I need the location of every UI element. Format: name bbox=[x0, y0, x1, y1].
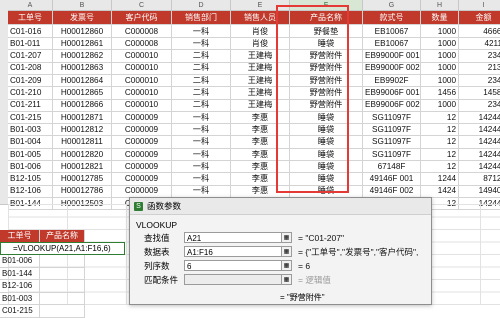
collapse-icon[interactable]: ▦ bbox=[282, 246, 292, 257]
column-header[interactable]: I bbox=[459, 0, 500, 11]
header-cell[interactable]: 销售部门 bbox=[172, 11, 231, 25]
row-number-gutter bbox=[0, 0, 8, 205]
column-header[interactable]: A bbox=[8, 0, 53, 11]
lookup-row: C01-215 bbox=[0, 305, 85, 318]
header-cell[interactable]: 销售人员 bbox=[231, 11, 290, 25]
arg-eval: = {"工单号","发票号","客户代码", bbox=[298, 246, 419, 257]
arg-col-index: 列序数 6 ▦ = 6 bbox=[144, 259, 310, 272]
arg-label: 数据表 bbox=[144, 246, 170, 257]
lookup-id-cell[interactable]: C01-215 bbox=[0, 305, 40, 318]
dialog-titlebar[interactable]: S 函数参数 bbox=[130, 198, 431, 215]
header-cell[interactable]: 数量 bbox=[421, 11, 459, 25]
lookup-header-product[interactable]: 产品名称 bbox=[40, 230, 85, 243]
arg-lookup-value: 查找值 A21 ▦ = "C01-207" bbox=[144, 231, 344, 244]
arg-eval: = 6 bbox=[298, 260, 311, 271]
collapse-icon[interactable]: ▦ bbox=[282, 274, 292, 285]
header-cell[interactable]: 金额 bbox=[459, 11, 500, 25]
lookup-id-cell[interactable]: B01-144 bbox=[0, 267, 40, 280]
arg-eval: = 逻辑值 bbox=[298, 274, 331, 285]
column-header[interactable]: D bbox=[172, 0, 231, 11]
lookup-result-cell[interactable] bbox=[40, 292, 85, 305]
lookup-id-list: B01-006 B01-144 B12-106 B01-003 C01-215 bbox=[0, 255, 85, 318]
spreadsheet: ABCDEFGHI 工单号 发票号 客户代码 销售部门 销售人员 产品名称 款式号 数量 金额 C… bbox=[0, 0, 500, 318]
arg-table-array: 数据表 A1:F16 ▦ = {"工单号","发票号","客户代码", bbox=[144, 245, 418, 258]
lookup-row: B01-144 bbox=[0, 267, 85, 280]
column-header[interactable]: B bbox=[53, 0, 112, 11]
lookup-row: B12-106 bbox=[0, 280, 85, 293]
dialog-title: 函数参数 bbox=[147, 201, 182, 211]
lookup-id-cell[interactable]: B12-106 bbox=[0, 280, 40, 293]
lookup-header-id[interactable]: 工单号 bbox=[0, 230, 40, 243]
function-arguments-dialog: S 函数参数 VLOOKUP 查找值 A21 ▦ = "C01-207" 数据表… bbox=[129, 197, 432, 305]
arg-range-lookup: 匹配条件 ▦ = 逻辑值 bbox=[144, 273, 331, 286]
lookup-result-cell[interactable] bbox=[40, 280, 85, 293]
lookup-id-cell[interactable]: B01-003 bbox=[0, 292, 40, 305]
column-header[interactable]: F bbox=[290, 0, 363, 11]
formula-result: = "野营附件" bbox=[280, 293, 325, 302]
lookup-row: B01-003 bbox=[0, 292, 85, 305]
lookup-id-cell[interactable]: B01-006 bbox=[0, 255, 40, 268]
arg-input-range-lookup[interactable] bbox=[184, 274, 282, 285]
header-cell[interactable]: 发票号 bbox=[53, 11, 112, 25]
collapse-icon[interactable]: ▦ bbox=[282, 260, 292, 271]
function-name: VLOOKUP bbox=[136, 220, 178, 230]
column-header[interactable]: C bbox=[112, 0, 172, 11]
spreadsheet-app-icon: S bbox=[134, 201, 143, 211]
lookup-row: B01-006 bbox=[0, 255, 85, 268]
arg-eval: = "C01-207" bbox=[298, 232, 344, 243]
lookup-table: 工单号 产品名称 bbox=[0, 230, 85, 243]
lookup-result-cell[interactable] bbox=[40, 267, 85, 280]
table-header-row: 工单号 发票号 客户代码 销售部门 销售人员 产品名称 款式号 数量 金额 bbox=[8, 11, 500, 25]
lookup-header-row: 工单号 产品名称 bbox=[0, 230, 85, 243]
arg-input-table-array[interactable]: A1:F16 bbox=[184, 246, 282, 257]
formula-cell[interactable]: =VLOOKUP(A21,A1:F16,6) bbox=[0, 242, 125, 255]
lookup-result-cell[interactable] bbox=[40, 255, 85, 268]
column-header[interactable]: E bbox=[231, 0, 290, 11]
header-cell[interactable]: 产品名称 bbox=[290, 11, 363, 25]
header-cell[interactable]: 工单号 bbox=[8, 11, 53, 25]
header-cell[interactable]: 客户代码 bbox=[112, 11, 172, 25]
collapse-icon[interactable]: ▦ bbox=[282, 232, 292, 243]
column-header[interactable]: G bbox=[363, 0, 421, 11]
arg-input-col-index[interactable]: 6 bbox=[184, 260, 282, 271]
arg-input-lookup-value[interactable]: A21 bbox=[184, 232, 282, 243]
arg-label: 匹配条件 bbox=[144, 274, 179, 285]
arg-label: 查找值 bbox=[144, 232, 170, 243]
lookup-result-cell[interactable] bbox=[40, 305, 85, 318]
arg-label: 列序数 bbox=[144, 260, 170, 271]
column-header[interactable]: H bbox=[421, 0, 459, 11]
header-cell[interactable]: 款式号 bbox=[363, 11, 421, 25]
